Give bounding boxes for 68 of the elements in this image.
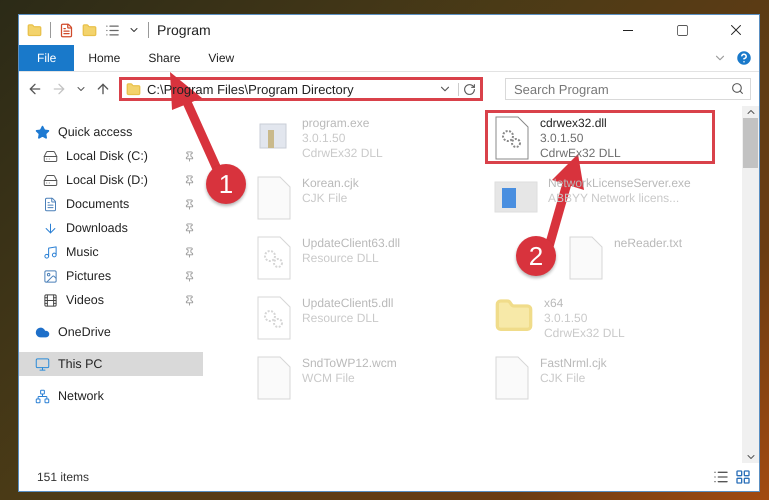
file-name: program.exe xyxy=(302,116,370,131)
sidebar-item[interactable]: Downloads xyxy=(19,216,203,240)
sidebar-item[interactable]: Videos xyxy=(19,288,203,312)
document-icon xyxy=(568,236,604,280)
network-icon xyxy=(35,388,50,404)
pin-icon[interactable] xyxy=(184,198,195,210)
folder-icon xyxy=(126,82,141,96)
file-name: UpdateClient63.dll xyxy=(302,236,400,251)
window-title: Program xyxy=(157,22,212,38)
file-name: FastNrml.cjk xyxy=(540,356,607,371)
pin-icon[interactable] xyxy=(184,294,195,306)
properties-icon[interactable] xyxy=(59,22,74,38)
sidebar-item[interactable]: Local Disk (D:) xyxy=(19,168,203,192)
gear-document-icon xyxy=(494,116,530,160)
file-name: UpdateClient5.dll xyxy=(302,296,394,311)
pin-icon[interactable] xyxy=(184,270,195,282)
cloud-icon xyxy=(35,324,50,340)
sidebar-item[interactable]: This PC xyxy=(19,352,203,376)
file-detail: 3.0.1.50 xyxy=(540,131,584,146)
music-note-icon xyxy=(43,244,58,260)
search-field[interactable]: Search Program xyxy=(505,78,751,100)
file-item[interactable]: cdrwex32.dll 3.0.1.50 CdrwEx32 DLL xyxy=(485,110,715,164)
up-icon[interactable] xyxy=(95,81,111,97)
document-icon xyxy=(256,176,292,220)
folder-icon[interactable] xyxy=(27,22,42,38)
gear-document-icon xyxy=(256,236,292,280)
down-arrow-icon xyxy=(43,220,58,236)
pin-icon[interactable] xyxy=(184,150,195,162)
new-folder-icon[interactable] xyxy=(82,22,97,38)
file-name: x64 xyxy=(544,296,564,311)
document-icon xyxy=(256,356,292,400)
file-detail: CdrwEx32 DLL xyxy=(540,146,621,161)
forward-icon[interactable] xyxy=(51,81,67,97)
sidebar-item[interactable]: Documents xyxy=(19,192,203,216)
pin-icon[interactable] xyxy=(184,222,195,234)
sidebar-item[interactable]: Network xyxy=(19,384,203,408)
file-name: cdrwex32.dll xyxy=(540,116,608,131)
star-icon xyxy=(35,124,50,140)
list-icon[interactable] xyxy=(105,22,120,38)
sidebar-item[interactable]: Quick access xyxy=(19,120,203,144)
document-icon xyxy=(43,196,58,212)
refresh-icon[interactable] xyxy=(458,82,476,96)
maximize-icon xyxy=(676,24,688,36)
film-icon xyxy=(43,292,58,308)
item-count: 151 items xyxy=(37,470,90,484)
help-icon[interactable] xyxy=(735,49,753,67)
file-name: neReader.txt xyxy=(614,236,682,251)
back-icon[interactable] xyxy=(27,81,43,97)
large-icons-view-icon[interactable] xyxy=(735,469,751,485)
scroll-thumb[interactable] xyxy=(743,118,758,168)
drive-icon xyxy=(43,172,58,188)
drive-icon xyxy=(43,148,58,164)
document-icon xyxy=(494,356,530,400)
scrollbar[interactable] xyxy=(742,106,759,463)
gear-document-icon xyxy=(256,296,292,340)
pin-icon[interactable] xyxy=(184,246,195,258)
sidebar-item[interactable]: OneDrive xyxy=(19,320,203,344)
file-name: SndToWP12.wcm xyxy=(302,356,397,371)
pin-icon[interactable] xyxy=(184,174,195,186)
sidebar-item[interactable]: Pictures xyxy=(19,264,203,288)
details-view-icon[interactable] xyxy=(713,469,729,485)
search-icon xyxy=(731,82,744,95)
sidebar-item[interactable]: Music xyxy=(19,240,203,264)
file-name: Korean.cjk xyxy=(302,176,359,191)
ribbon-tab[interactable]: File xyxy=(19,45,74,71)
monitor-icon xyxy=(35,356,50,372)
sidebar-item[interactable]: Local Disk (C:) xyxy=(19,144,203,168)
picture-icon xyxy=(43,268,58,284)
